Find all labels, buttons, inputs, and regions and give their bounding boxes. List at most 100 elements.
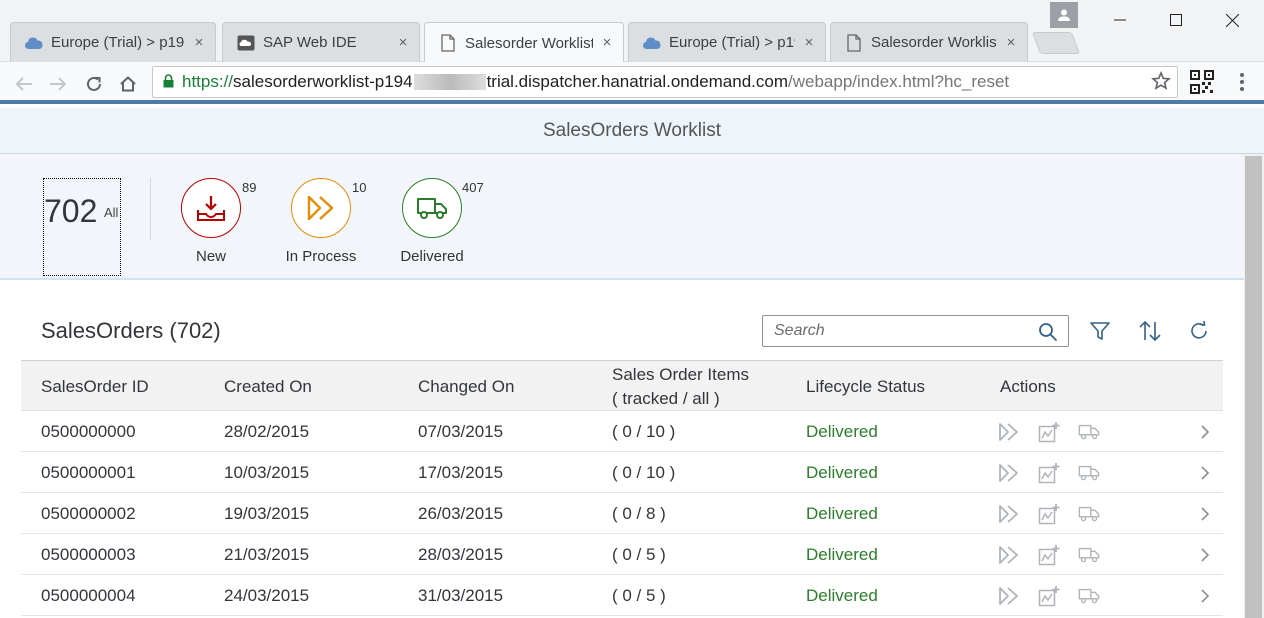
minimize-window-button[interactable] xyxy=(1092,0,1148,40)
home-icon xyxy=(120,76,136,92)
browser-tab-sap-web-ide[interactable]: SAP Web IDE × xyxy=(222,22,420,62)
cell-sales-order-items: ( 0 / 10 ) xyxy=(612,421,676,441)
tab-close-icon[interactable]: × xyxy=(191,34,207,51)
filter-button[interactable] xyxy=(1087,318,1113,344)
truck-icon xyxy=(1078,465,1100,481)
filter-tile-delivered[interactable]: 407 Delivered xyxy=(372,178,492,270)
add-tracking-action[interactable] xyxy=(1038,585,1060,607)
cell-changed-on: 07/03/2015 xyxy=(418,421,504,441)
all-orders-label: All xyxy=(104,205,119,220)
cloud-icon xyxy=(643,34,661,52)
column-header-sales-order-items[interactable]: Sales Order Items ( tracked / all ) xyxy=(612,361,749,412)
bookmark-star-icon[interactable] xyxy=(1150,70,1172,97)
maximize-window-button[interactable] xyxy=(1148,0,1204,40)
page-title: SalesOrders Worklist xyxy=(542,119,722,141)
add-tracking-action[interactable] xyxy=(1038,503,1060,525)
browser-tab-europe-trial-1[interactable]: Europe (Trial) > p19 × xyxy=(10,22,216,62)
set-delivered-action[interactable] xyxy=(1078,503,1100,525)
column-header-changed-on[interactable]: Changed On xyxy=(418,361,514,412)
refresh-button[interactable] xyxy=(1186,318,1212,344)
cell-changed-on: 28/03/2015 xyxy=(418,544,504,564)
in-process-label: In Process xyxy=(285,248,357,265)
back-button[interactable] xyxy=(10,70,38,98)
new-tab-button[interactable] xyxy=(1031,32,1081,54)
set-delivered-action[interactable] xyxy=(1078,585,1100,607)
table-row[interactable]: 0500000003 21/03/2015 28/03/2015 ( 0 / 5… xyxy=(21,534,1223,575)
row-navigation-chevron-right-icon[interactable] xyxy=(1197,585,1213,607)
cell-salesorder-id: 0500000004 xyxy=(41,585,136,605)
set-in-process-action[interactable] xyxy=(998,544,1020,566)
arrow-right-icon xyxy=(50,77,67,91)
cell-created-on: 24/03/2015 xyxy=(224,585,310,605)
cell-lifecycle-status: Delivered xyxy=(806,421,878,441)
page-scrollbar[interactable] xyxy=(1244,154,1264,618)
tab-close-icon[interactable]: × xyxy=(599,35,615,51)
salesorders-table-panel: SalesOrders (702) SalesOrder ID Created … xyxy=(21,280,1223,618)
browser-tab-salesorder-worklist-2[interactable]: Salesorder Worklist × xyxy=(830,22,1028,62)
fast-forward-icon xyxy=(999,587,1018,605)
set-in-process-action[interactable] xyxy=(998,462,1020,484)
forward-button[interactable] xyxy=(44,70,72,98)
qr-code-icon[interactable] xyxy=(1190,70,1214,94)
new-label: New xyxy=(195,248,226,265)
set-delivered-action[interactable] xyxy=(1078,544,1100,566)
url-host-end: trial.dispatcher.hanatrial.ondemand.com xyxy=(486,72,789,91)
set-delivered-action[interactable] xyxy=(1078,421,1100,443)
set-in-process-action[interactable] xyxy=(998,585,1020,607)
filter-tile-in-process[interactable]: 10 In Process xyxy=(261,178,381,270)
address-bar[interactable]: https://salesorderworklist-p194 trial.dis… xyxy=(152,66,1178,98)
column-header-created-on[interactable]: Created On xyxy=(224,361,312,412)
truck-icon xyxy=(1078,588,1100,604)
home-button[interactable] xyxy=(114,70,142,98)
filter-tile-new[interactable]: 89 New xyxy=(151,178,271,270)
url-host-start: salesorderworklist-p194 xyxy=(233,72,413,91)
scrollbar-thumb[interactable] xyxy=(1245,156,1262,618)
chart-add-icon xyxy=(1038,422,1060,443)
row-navigation-chevron-right-icon[interactable] xyxy=(1197,462,1213,484)
add-tracking-action[interactable] xyxy=(1038,462,1060,484)
row-navigation-chevron-right-icon[interactable] xyxy=(1197,503,1213,525)
cell-salesorder-id: 0500000001 xyxy=(41,462,136,482)
tab-close-icon[interactable]: × xyxy=(801,34,817,51)
set-delivered-action[interactable] xyxy=(1078,462,1100,484)
chart-add-icon xyxy=(1038,463,1060,484)
refresh-icon xyxy=(1191,320,1207,339)
table-row[interactable]: 0500000002 19/03/2015 26/03/2015 ( 0 / 8… xyxy=(21,493,1223,534)
reload-button[interactable] xyxy=(80,70,108,98)
all-orders-tile[interactable]: 702 All xyxy=(43,178,121,276)
page-icon xyxy=(439,34,457,52)
delivered-label: Delivered xyxy=(400,248,464,265)
row-navigation-chevron-right-icon[interactable] xyxy=(1197,421,1213,443)
search-field[interactable] xyxy=(762,315,1069,347)
browser-tab-salesorder-worklist-active[interactable]: Salesorder Worklist × xyxy=(424,22,624,63)
chart-add-icon xyxy=(1038,586,1060,607)
sort-button[interactable] xyxy=(1137,318,1163,344)
search-icon[interactable] xyxy=(1038,322,1058,342)
tab-close-icon[interactable]: × xyxy=(1003,34,1019,51)
add-tracking-action[interactable] xyxy=(1038,421,1060,443)
table-row[interactable]: 0500000000 28/02/2015 07/03/2015 ( 0 / 1… xyxy=(21,411,1223,452)
row-navigation-chevron-right-icon[interactable] xyxy=(1197,544,1213,566)
browser-toolbar: https://salesorderworklist-p194 trial.dis… xyxy=(0,62,1264,104)
set-in-process-action[interactable] xyxy=(998,503,1020,525)
tab-label: Salesorder Worklist xyxy=(871,34,997,51)
column-header-lifecycle-status[interactable]: Lifecycle Status xyxy=(806,361,925,412)
table-header: SalesOrder ID Created On Changed On Sale… xyxy=(21,360,1223,411)
column-header-salesorder-id[interactable]: SalesOrder ID xyxy=(41,361,149,412)
truck-icon xyxy=(1078,506,1100,522)
close-window-button[interactable] xyxy=(1204,0,1260,40)
browser-menu-button[interactable] xyxy=(1230,70,1254,94)
browser-tab-europe-trial-2[interactable]: Europe (Trial) > p19 × xyxy=(628,22,826,62)
add-tracking-action[interactable] xyxy=(1038,544,1060,566)
fast-forward-icon xyxy=(999,505,1018,523)
tab-close-icon[interactable]: × xyxy=(395,34,411,51)
profile-icon[interactable] xyxy=(1050,2,1078,28)
table-row[interactable]: 0500000001 10/03/2015 17/03/2015 ( 0 / 1… xyxy=(21,452,1223,493)
table-row[interactable]: 0500000004 24/03/2015 31/03/2015 ( 0 / 5… xyxy=(21,575,1223,616)
column-header-actions[interactable]: Actions xyxy=(1000,361,1056,412)
delivered-count: 407 xyxy=(462,180,484,195)
fast-forward-icon xyxy=(307,195,334,221)
search-input[interactable] xyxy=(763,316,1033,346)
set-in-process-action[interactable] xyxy=(998,421,1020,443)
tab-label: Europe (Trial) > p19 xyxy=(669,34,795,51)
